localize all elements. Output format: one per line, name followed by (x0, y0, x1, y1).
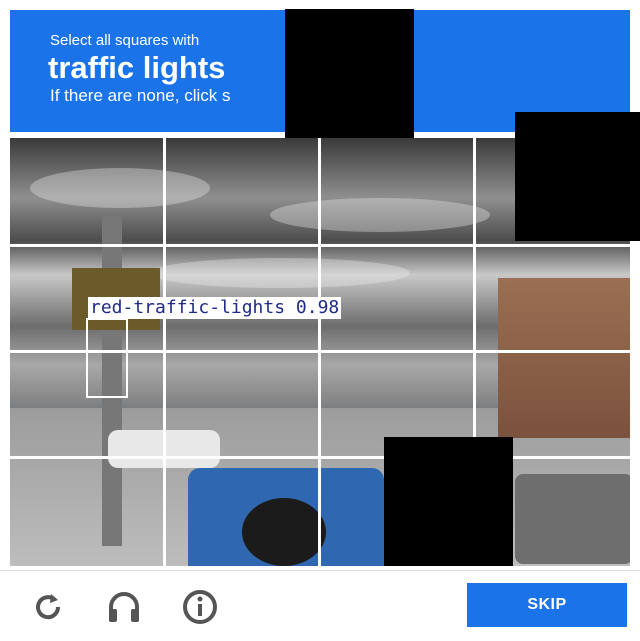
detection-label: red-traffic-lights 0.98 (88, 297, 342, 319)
reload-icon[interactable] (28, 587, 68, 627)
instruction-text: Select all squares with (50, 32, 200, 49)
grid-tile[interactable] (10, 459, 165, 566)
headphones-icon[interactable] (104, 587, 144, 627)
grid-tile[interactable] (165, 459, 320, 566)
redaction-block (285, 9, 414, 138)
grid-tile[interactable] (475, 245, 630, 352)
target-object-label: traffic lights (48, 50, 226, 85)
instruction-hint: If there are none, click s (50, 86, 231, 105)
grid-tile[interactable] (320, 138, 475, 245)
grid-tile[interactable] (165, 352, 320, 459)
redaction-block (515, 112, 640, 241)
grid-tile[interactable] (10, 138, 165, 245)
redaction-block (384, 437, 513, 566)
grid-tile[interactable] (165, 138, 320, 245)
info-icon[interactable] (180, 587, 220, 627)
detection-box (86, 318, 128, 398)
skip-button[interactable]: SKIP (467, 583, 627, 627)
grid-tile[interactable] (320, 245, 475, 352)
